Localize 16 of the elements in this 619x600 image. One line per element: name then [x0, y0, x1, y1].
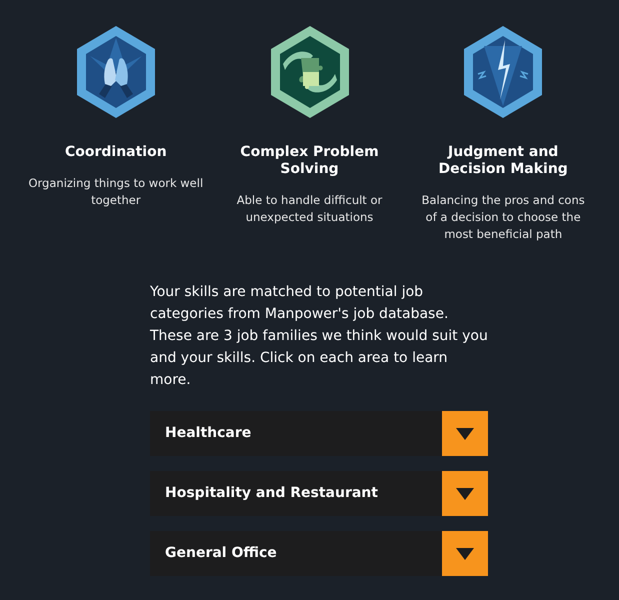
- caret-icon: [454, 426, 476, 442]
- expand-toggle-button[interactable]: [442, 471, 488, 516]
- skill-title: Judgment and Decision Making: [438, 144, 569, 178]
- lightning-badge-icon: [462, 24, 544, 120]
- hands-badge-icon: [74, 24, 157, 120]
- skill-description: Able to handle difficult or unexpected situations: [236, 192, 384, 226]
- skill-description: Organizing things to work well together: [28, 175, 204, 209]
- caret-icon: [454, 486, 476, 502]
- skill-title: Complex Problem Solving: [239, 144, 380, 178]
- skill-title: Coordination: [64, 144, 167, 161]
- puzzle-badge-icon: [268, 24, 350, 120]
- skill-description: Balancing the pros and cons of a decision to choose the most beneficial path: [420, 192, 586, 243]
- caret-icon: [454, 546, 476, 562]
- expand-toggle-button[interactable]: [442, 531, 488, 576]
- expand-toggle-button[interactable]: [442, 411, 488, 456]
- intro-paragraph: Your skills are matched to potential job categories from Manpower's job database. These are 3 job families we think would suit you and your skills. Click on each area to learn more.: [150, 283, 489, 390]
